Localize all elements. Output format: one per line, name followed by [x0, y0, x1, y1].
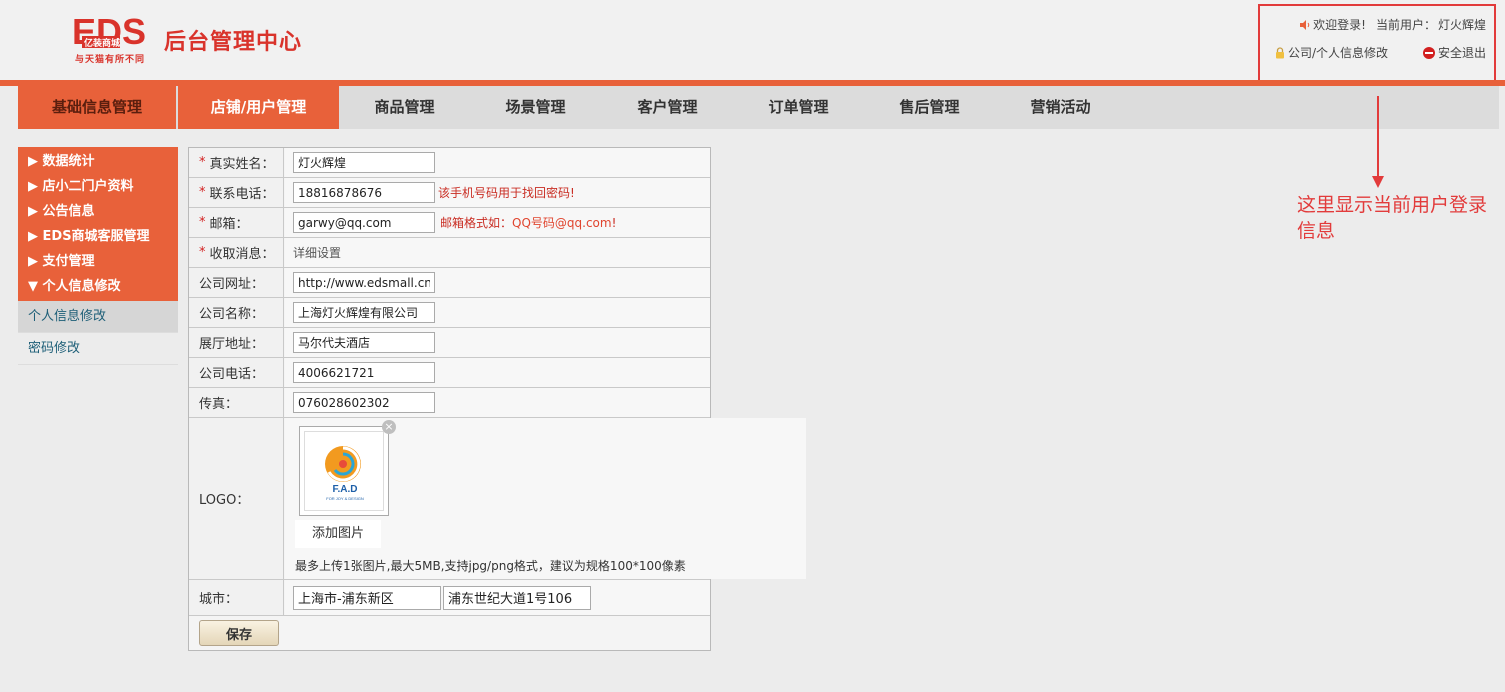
logout-label: 安全退出 [1437, 46, 1486, 60]
tab-store-user[interactable]: 店铺/用户管理 [178, 86, 339, 129]
form-row-email: *邮箱： 邮箱格式如：QQ号码@qq.com! [189, 208, 710, 238]
eds-logo-mark: EDS 亿装商城 [72, 14, 146, 52]
add-image-button[interactable]: 添加图片 [295, 520, 381, 548]
annotation-line [1377, 96, 1379, 178]
tab-orders[interactable]: 订单管理 [733, 86, 864, 129]
lock-icon [1276, 46, 1284, 58]
email-input[interactable] [293, 212, 435, 233]
sidebar-item-statistics[interactable]: ▶ 数据统计 [18, 149, 178, 174]
email-hint-prefix: 邮箱格式如： [440, 216, 513, 230]
top-nav: 基础信息管理 店铺/用户管理 商品管理 场景管理 客户管理 订单管理 售后管理 … [18, 86, 1499, 129]
welcome-row: 欢迎登录! 当前用户： 灯火辉煌 [1299, 16, 1486, 33]
phone-input[interactable] [293, 182, 435, 203]
app-title: 后台管理中心 [164, 30, 303, 55]
logo-tagline: 与天猫有所不同 [75, 55, 146, 65]
current-user-label: 当前用户： [1375, 18, 1436, 32]
form-row-phone: *联系电话： 该手机号码用于找回密码! [189, 178, 710, 208]
sidebar-subitem-personal-edit[interactable]: 个人信息修改 [18, 301, 178, 333]
welcome-text: 欢迎登录! [1313, 18, 1366, 32]
required-mark: * [199, 245, 206, 260]
annotation-text: 这里显示当前用户登录信息 [1297, 194, 1488, 242]
phone-label: 联系电话： [209, 187, 275, 202]
upload-note: 最多上传1张图片,最大5MB,支持jpg/png格式，建议为规格100*100像… [295, 559, 686, 573]
company-name-input[interactable] [293, 302, 435, 323]
logo-sub-text: 亿装商城 [84, 37, 120, 49]
phone-hint: 该手机号码用于找回密码! [438, 186, 575, 200]
profile-form: *真实姓名： *联系电话： 该手机号码用于找回密码! *邮箱： 邮箱格式如：QQ… [188, 147, 806, 651]
logout-link[interactable]: 安全退出 [1422, 44, 1486, 61]
current-user-name: 灯火辉煌 [1437, 18, 1486, 32]
company-phone-label: 公司电话： [189, 358, 284, 387]
tab-after-sales[interactable]: 售后管理 [864, 86, 995, 129]
form-row-receive-msg: * 收取消息： 详细设置 [189, 238, 710, 268]
sidebar: ▶ 数据统计 ▶ 店小二门户资料 ▶ 公告信息 ▶ EDS商城客服管理 ▶ 支付… [18, 147, 178, 365]
email-hint-example: QQ号码@qq.com [512, 216, 612, 230]
company-name-label: 公司名称： [189, 298, 284, 327]
profile-edit-label: 公司/个人信息修改 [1288, 46, 1389, 60]
address-input[interactable] [443, 585, 591, 610]
profile-edit-link[interactable]: 公司/个人信息修改 [1274, 44, 1388, 61]
form-row-logo: LOGO： F.A.D FOR JOY & DESIGN × 添加图片 最多上传… [189, 418, 806, 580]
logo-image-caption: FOR JOY & DESIGN [326, 496, 364, 501]
sidebar-item-announcements[interactable]: ▶ 公告信息 [18, 199, 178, 224]
form-row-company-name: 公司名称： [189, 298, 710, 328]
stop-icon [1422, 46, 1435, 59]
tab-basic-info[interactable]: 基础信息管理 [18, 86, 176, 129]
sidebar-item-payment[interactable]: ▶ 支付管理 [18, 249, 178, 274]
real-name-label: 真实姓名： [209, 157, 275, 172]
logo[interactable]: EDS 亿装商城 与天猫有所不同 后台管理中心 [72, 14, 312, 66]
form-row-showroom: 展厅地址： [189, 328, 710, 358]
real-name-input[interactable] [293, 152, 435, 173]
receive-msg-label: 收取消息： [209, 247, 275, 262]
form-row-fax: 传真： [189, 388, 710, 418]
form-row-company-phone: 公司电话： [189, 358, 710, 388]
tab-scenes[interactable]: 场景管理 [470, 86, 601, 129]
logo-image-text: F.A.D [333, 484, 358, 495]
form-row-real-name: * 真实姓名： [189, 148, 710, 178]
required-mark: * [199, 155, 206, 170]
logo-label: LOGO： [189, 418, 284, 579]
form-row-website: 公司网址： [189, 268, 710, 298]
required-mark: * [199, 185, 206, 200]
city-label: 城市： [189, 580, 284, 615]
fad-logo-image: F.A.D FOR JOY & DESIGN [325, 446, 364, 501]
company-phone-input[interactable] [293, 362, 435, 383]
sidebar-item-customer-service[interactable]: ▶ EDS商城客服管理 [18, 224, 178, 249]
website-label: 公司网址： [189, 268, 284, 297]
tab-customers[interactable]: 客户管理 [602, 86, 733, 129]
form-row-city: 城市： [189, 580, 710, 616]
speaker-icon [1300, 19, 1310, 30]
city-select[interactable] [293, 585, 441, 610]
fax-label: 传真： [189, 388, 284, 417]
header: EDS 亿装商城 与天猫有所不同 后台管理中心 欢迎登录! 当前用户： 灯火辉煌… [0, 0, 1505, 96]
tab-products[interactable]: 商品管理 [339, 86, 470, 129]
sidebar-item-personal-info[interactable]: ▼ 个人信息修改 [18, 274, 178, 299]
sidebar-groups: ▶ 数据统计 ▶ 店小二门户资料 ▶ 公告信息 ▶ EDS商城客服管理 ▶ 支付… [18, 147, 178, 301]
logo-thumbnail: F.A.D FOR JOY & DESIGN [299, 426, 389, 516]
receive-msg-settings-link[interactable]: 详细设置 [293, 244, 341, 261]
required-mark: * [199, 215, 206, 230]
sidebar-item-portal-profile[interactable]: ▶ 店小二门户资料 [18, 174, 178, 199]
email-label: 邮箱： [209, 217, 249, 232]
website-input[interactable] [293, 272, 435, 293]
showroom-label: 展厅地址： [189, 328, 284, 357]
fax-input[interactable] [293, 392, 435, 413]
annotation-arrow-icon [1372, 176, 1384, 188]
remove-image-icon[interactable]: × [382, 420, 396, 434]
sidebar-subitem-password[interactable]: 密码修改 [18, 333, 178, 365]
email-hint-suffix: ! [611, 215, 617, 230]
save-button[interactable]: 保存 [199, 620, 279, 646]
tab-marketing[interactable]: 营销活动 [995, 86, 1126, 129]
showroom-input[interactable] [293, 332, 435, 353]
